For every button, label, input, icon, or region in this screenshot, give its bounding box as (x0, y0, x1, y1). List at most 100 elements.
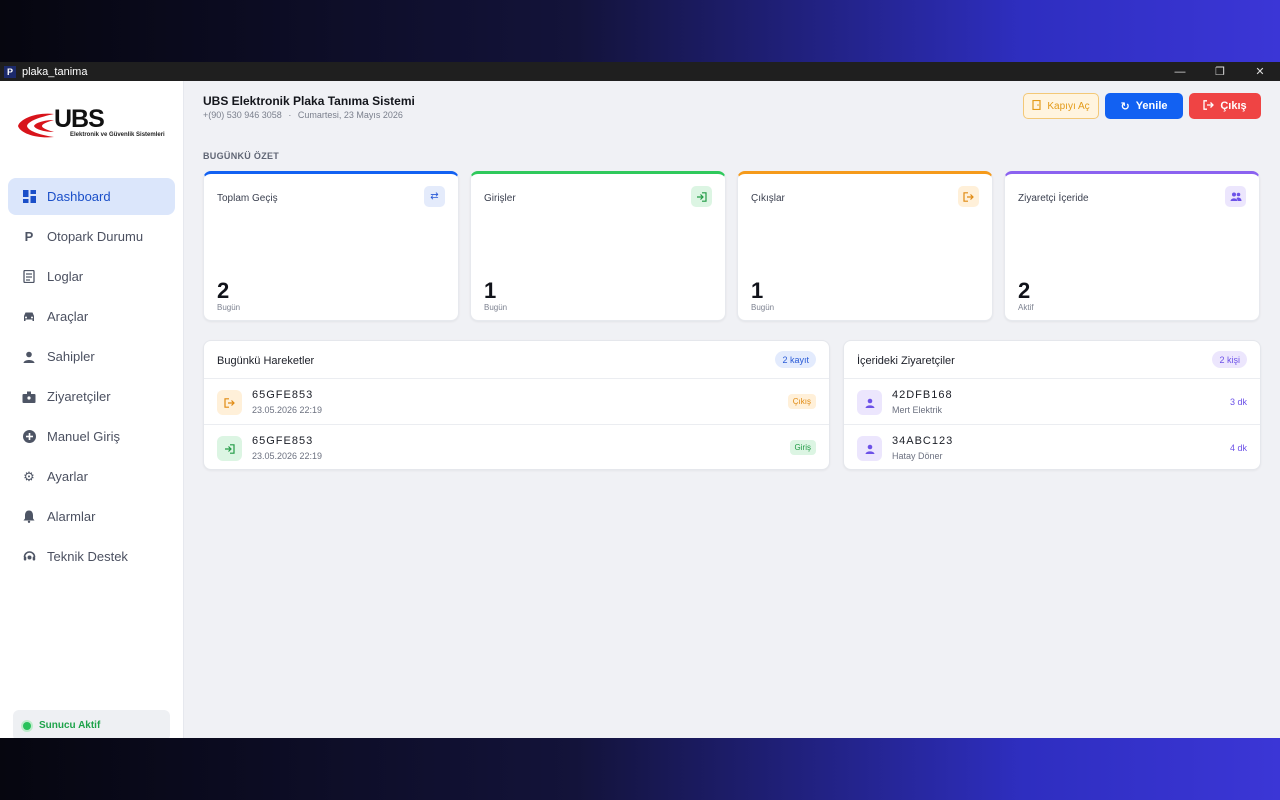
plus-circle-icon (22, 430, 36, 444)
close-icon[interactable]: ✕ (1240, 62, 1280, 81)
logout-button[interactable]: Çıkış (1189, 93, 1261, 119)
sidebar-item-label: Sahipler (47, 349, 95, 364)
minimize-icon[interactable]: — (1160, 62, 1200, 81)
stat-caption: Bugün (217, 303, 241, 312)
sidebar-item-label: Otopark Durumu (47, 229, 144, 244)
sidebar-item-settings[interactable]: ⚙ Ayarlar (8, 458, 175, 495)
entry-icon (217, 436, 242, 461)
header-actions: Kapıyı Aç ↻ Yenile Çıkış (1023, 93, 1261, 119)
open-door-label: Kapıyı Aç (1047, 100, 1090, 112)
status-badge: Giriş (789, 440, 816, 455)
sidebar-item-label: Dashboard (47, 189, 111, 204)
plate-number: 65GFE853 (252, 389, 314, 401)
phone-number: +(90) 530 946 3058 (203, 110, 282, 120)
page-subtitle: +(90) 530 946 3058 · Cumartesi, 23 Mayıs… (203, 110, 403, 120)
status-badge: Çıkış (787, 394, 816, 409)
stat-card-total: Toplam Geçiş ⇄ 2 Bugün (203, 171, 459, 321)
duration: 3 dk (1229, 397, 1247, 407)
sidebar-item-dashboard[interactable]: Dashboard (8, 178, 175, 215)
sidebar-nav: Dashboard P Otopark Durumu Loglar Araçla… (8, 178, 175, 578)
movement-row[interactable]: 65GFE853 23.05.2026 22:19 Giriş (204, 425, 829, 471)
main-content: UBS Elektronik Plaka Tanıma Sistemi +(90… (184, 81, 1280, 738)
sidebar-item-label: Ziyaretçiler (47, 389, 111, 404)
panel-header: Bugünkü Hareketler 2 kayıt (204, 341, 829, 379)
sidebar-item-support[interactable]: Teknik Destek (8, 538, 175, 575)
stat-value: 2 (1018, 278, 1031, 303)
count-badge: 2 kişi (1212, 351, 1247, 368)
stat-value: 1 (484, 278, 497, 303)
stat-card-entries: Girişler 1 Bugün (470, 171, 726, 321)
exit-icon (958, 186, 979, 207)
sidebar-item-vehicles[interactable]: Araçlar (8, 298, 175, 335)
separator: · (288, 110, 292, 120)
sidebar-item-owners[interactable]: Sahipler (8, 338, 175, 375)
movement-row[interactable]: 65GFE853 23.05.2026 22:19 Çıkış (204, 379, 829, 425)
sidebar-item-label: Alarmlar (47, 509, 96, 524)
window-titlebar: P plaka_tanima — ❐ ✕ (0, 62, 1280, 81)
stat-value: 1 (751, 278, 764, 303)
stat-label: Girişler (484, 193, 516, 204)
parking-icon: P (24, 229, 34, 244)
sidebar-item-alarms[interactable]: Alarmlar (8, 498, 175, 535)
stat-caption: Bugün (484, 303, 508, 312)
app-window: P plaka_tanima — ❐ ✕ UBS Elektronik ve G… (0, 62, 1280, 738)
entry-icon (691, 186, 712, 207)
sidebar-item-parking[interactable]: P Otopark Durumu (8, 218, 175, 255)
window-controls: — ❐ ✕ (1160, 62, 1280, 81)
person-icon (857, 390, 882, 415)
panel-title: İçerideki Ziyaretçiler (857, 355, 955, 367)
page-title: UBS Elektronik Plaka Tanıma Sistemi (203, 94, 415, 108)
stat-value: 2 (217, 278, 230, 303)
gear-icon: ⚙ (23, 468, 35, 484)
sidebar-item-label: Araçlar (47, 309, 89, 324)
status-dot-icon (23, 721, 31, 730)
sidebar-item-logs[interactable]: Loglar (8, 258, 175, 295)
dashboard-icon (22, 190, 36, 204)
server-status-label: Sunucu Aktif (39, 720, 101, 731)
refresh-label: Yenile (1135, 100, 1168, 112)
desktop-background (0, 738, 1280, 800)
plate-number: 42DFB168 (892, 389, 953, 401)
sidebar: UBS Elektronik ve Güvenlik Sistemleri Da… (0, 81, 184, 738)
restore-icon[interactable]: ❐ (1200, 62, 1240, 81)
plate-number: 65GFE853 (252, 435, 314, 447)
stat-card-exits: Çıkışlar 1 Bugün (737, 171, 993, 321)
visitor-name: Hatay Döner (892, 451, 943, 461)
server-status: Sunucu Aktif (13, 710, 170, 738)
visitor-name: Mert Elektrik (892, 405, 943, 415)
count-badge: 2 kayıt (775, 351, 816, 368)
sidebar-item-label: Loglar (47, 269, 84, 284)
stat-card-visitors: Ziyaretçi İçeride 2 Aktif (1004, 171, 1260, 321)
ubs-logo: UBS Elektronik ve Güvenlik Sistemleri (16, 105, 171, 145)
visitor-row[interactable]: 34ABC123 Hatay Döner 4 dk (844, 425, 1260, 471)
stat-label: Çıkışlar (751, 193, 785, 204)
sidebar-item-label: Manuel Giriş (47, 429, 120, 444)
sidebar-item-label: Ayarlar (47, 469, 88, 484)
timestamp: 23.05.2026 22:19 (252, 451, 323, 461)
sidebar-item-label: Teknik Destek (47, 549, 128, 564)
todays-movements-panel: Bugünkü Hareketler 2 kayıt 65GFE853 23.0… (203, 340, 830, 470)
logout-icon (1203, 99, 1215, 113)
refresh-icon: ↻ (1120, 100, 1130, 113)
logout-label: Çıkış (1220, 100, 1247, 112)
log-icon (22, 270, 36, 284)
bell-icon (22, 510, 36, 524)
open-door-button[interactable]: Kapıyı Aç (1023, 93, 1099, 119)
visitor-row[interactable]: 42DFB168 Mert Elektrik 3 dk (844, 379, 1260, 425)
group-icon (1225, 186, 1246, 207)
summary-section-title: BUGÜNKÜ ÖZET (203, 151, 280, 161)
exit-icon (217, 390, 242, 415)
refresh-button[interactable]: ↻ Yenile (1105, 93, 1183, 119)
app-icon: P (4, 65, 16, 78)
door-icon (1032, 99, 1041, 113)
sidebar-item-visitors[interactable]: Ziyaretçiler (8, 378, 175, 415)
panel-header: İçerideki Ziyaretçiler 2 kişi (844, 341, 1260, 379)
logo-brand: UBS (54, 105, 105, 133)
logo-subtitle: Elektronik ve Güvenlik Sistemleri (70, 132, 165, 138)
badge-icon (22, 390, 36, 404)
sidebar-item-manual-entry[interactable]: Manuel Giriş (8, 418, 175, 455)
duration: 4 dk (1229, 443, 1247, 453)
stat-caption: Bugün (751, 303, 775, 312)
current-date: Cumartesi, 23 Mayıs 2026 (297, 110, 403, 120)
car-icon (22, 310, 36, 324)
